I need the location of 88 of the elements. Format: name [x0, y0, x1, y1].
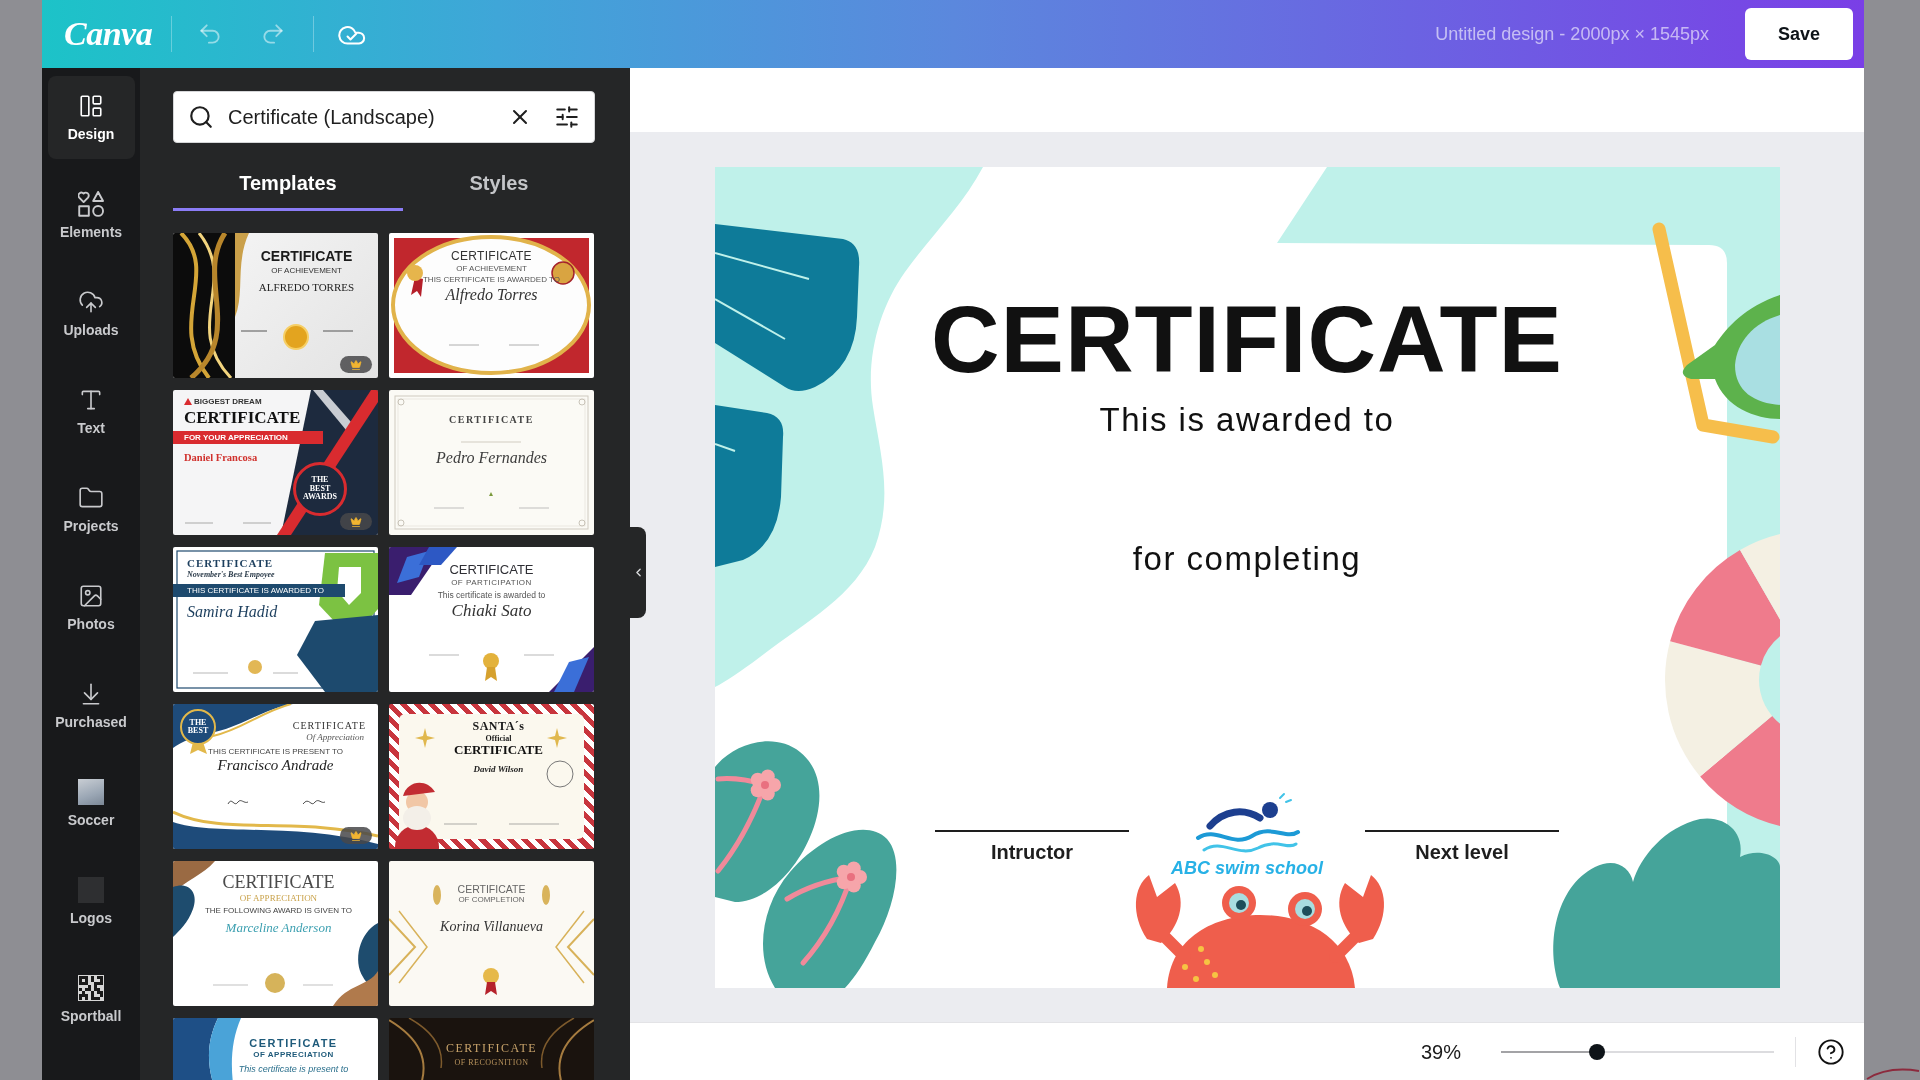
layout-icon — [78, 93, 104, 119]
certificate-title: CERTIFICATE — [451, 250, 532, 264]
document-title: Untitled design - 2000px × 1545px — [1435, 23, 1709, 45]
school-name: ABC swim school — [1171, 857, 1323, 878]
search-field[interactable]: Certificate (Landscape) — [173, 91, 595, 143]
certificate-title: CERTIFICATE — [454, 743, 543, 758]
certificate-caption: THIS CERTIFICATE IS PRESENT TO — [208, 746, 343, 757]
sidebar-item[interactable]: Logos — [47, 860, 135, 943]
sidebar-item[interactable]: Text — [47, 370, 135, 453]
recipient-name: Chiaki Sato — [451, 600, 532, 621]
certificate-caption: This certificate is awarded to — [437, 591, 546, 601]
certificate-caption: This certificate is present to — [238, 1063, 349, 1075]
sidebar-item[interactable]: Elements — [47, 174, 135, 257]
certificate-heading: SANTA´s — [472, 720, 525, 734]
qr-code-icon — [78, 975, 104, 1001]
certificate-subtitle: OF APPRECIATION — [253, 1049, 334, 1059]
save-button[interactable]: Save — [1745, 8, 1853, 60]
sidebar-item[interactable]: Sportball — [47, 958, 135, 1041]
photo-placeholder — [78, 779, 104, 805]
certificate-subtitle: OF PARTICIPATION — [451, 577, 532, 588]
certificate-title: CERTIFICATE — [260, 248, 353, 265]
tab[interactable]: Templates — [173, 161, 403, 211]
template-card[interactable]: CERTIFICATE November's Best Empoyee THIS CERTIFICATE IS AWARDED TO Samira Hadid — [173, 547, 378, 692]
template-card[interactable]: CERTIFICATE OF APPRECIATION This certificate is present to — [173, 1018, 378, 1080]
search-icon — [188, 104, 214, 130]
certificate-caption: THIS CERTIFICATE IS AWARDED TO — [422, 275, 561, 285]
recipient-name: Korina Villanueva — [440, 919, 543, 936]
certificate-caption: THE FOLLOWING AWARD IS GIVEN TO — [204, 906, 353, 916]
completing-text: for completing — [1132, 538, 1362, 579]
recipient-name: ALFREDO TORRES — [258, 281, 355, 294]
certificate-title: CERTIFICATE — [449, 563, 534, 578]
sidebar-item[interactable]: Purchased — [47, 664, 135, 747]
certificate-page[interactable]: CERTIFICATE This is awarded to for completing Intructor ABC swim school Next level — [714, 166, 1780, 988]
sidebar-item[interactable]: Projects — [47, 468, 135, 551]
zoom-level: 39% — [1420, 1039, 1461, 1064]
certificate-subtitle: OF ACHIEVEMENT — [271, 266, 342, 276]
certificate-subtitle: OF COMPLETION — [458, 895, 525, 905]
recipient-name: Daniel Francosa — [184, 451, 258, 464]
certificate-title: CERTIFICATE — [445, 1042, 538, 1056]
recipient-name: Francisco Andrade — [217, 757, 334, 775]
sidebar-item[interactable]: Design — [47, 76, 135, 159]
certificate-banner: FOR YOUR APPRECIATION — [173, 430, 323, 444]
template-card[interactable]: CERTIFICATE OF ACHIEVEMENT ALFREDO TORRES — [173, 233, 378, 378]
cloud-upload-icon — [78, 289, 104, 315]
certificate-subtitle: OF APPRECIATION — [239, 892, 318, 904]
template-card[interactable]: BIGGEST DREAM CERTIFICATE FOR YOUR APPRECIATION Daniel Francosa THE BEST AWARDS — [173, 390, 378, 535]
collapse-panel-button[interactable] — [630, 527, 646, 618]
brand-name: BIGGEST DREAM — [193, 397, 262, 407]
certificate-subtitle: OF ACHIEVEMENT — [456, 263, 527, 273]
certificate-subtitle: November's Best Empoyee — [187, 569, 275, 579]
shapes-icon — [78, 191, 104, 217]
certificate-title: CERTIFICATE — [187, 557, 274, 570]
recipient-name: Alfredo Torres — [445, 286, 538, 305]
awarded-text: This is awarded to — [1099, 399, 1395, 440]
recipient-name: Samira Hadid — [187, 603, 278, 622]
filter-icon[interactable] — [554, 104, 580, 130]
tab[interactable]: Styles — [403, 161, 595, 211]
certificate-banner: THIS CERTIFICATE IS AWARDED TO — [173, 583, 345, 597]
slider-thumb[interactable] — [1588, 1043, 1605, 1060]
template-card[interactable]: CERTIFICATE Pedro Fernandes — [389, 390, 594, 535]
template-card[interactable]: CERTIFICATE OF COMPLETION Korina Villanueva — [389, 861, 594, 1006]
template-card[interactable]: CERTIFICATE OF APPRECIATION THE FOLLOWING AWARD IS GIVEN TO Marceline Anderson — [173, 861, 378, 1006]
signature-label: Next level — [1415, 839, 1509, 864]
help-icon[interactable] — [1817, 1037, 1845, 1066]
recipient-name: Marceline Anderson — [225, 921, 332, 937]
template-card[interactable]: CERTIFICATE OF ACHIEVEMENT THIS CERTIFICATE IS AWARDED TO Alfredo Torres — [389, 233, 594, 378]
certificate-title: CERTIFICATE — [449, 414, 534, 426]
template-card[interactable]: THE BEST CERTIFICATE Of Appreciation THIS CERTIFICATE IS PRESENT TO Francisco Andrade — [173, 704, 378, 849]
certificate-subtitle: Official — [485, 733, 512, 743]
certificate-title: CERTIFICATE — [292, 720, 366, 732]
sidebar-item[interactable]: Soccer — [47, 762, 135, 845]
certificate-heading: CERTIFICATE — [931, 288, 1563, 389]
template-card[interactable]: SANTA´s Official CERTIFICATE David Wilson — [389, 704, 594, 849]
certificate-title: CERTIFICATE — [184, 408, 301, 428]
certificate-title: CERTIFICATE — [457, 883, 526, 896]
arc-drawing — [1866, 1066, 1920, 1080]
certificate-subtitle: OF RECOGNITION — [454, 1057, 529, 1067]
recipient-name: Pedro Fernandes — [436, 448, 547, 467]
certificate-title: CERTIFICATE — [222, 872, 335, 893]
image-icon — [78, 583, 104, 609]
template-card[interactable]: CERTIFICATE OF RECOGNITION — [389, 1018, 594, 1080]
certificate-subtitle: Of Appreciation — [306, 731, 364, 742]
recipient-name: David Wilson — [473, 763, 524, 775]
template-card[interactable]: CERTIFICATE OF PARTICIPATION This certificate is awarded to Chiaki Sato — [389, 547, 594, 692]
sidebar-item[interactable]: Uploads — [47, 272, 135, 355]
sidebar-item[interactable]: Photos — [47, 566, 135, 649]
certificate-title: CERTIFICATE — [249, 1037, 338, 1050]
signature-label: Intructor — [990, 839, 1074, 864]
